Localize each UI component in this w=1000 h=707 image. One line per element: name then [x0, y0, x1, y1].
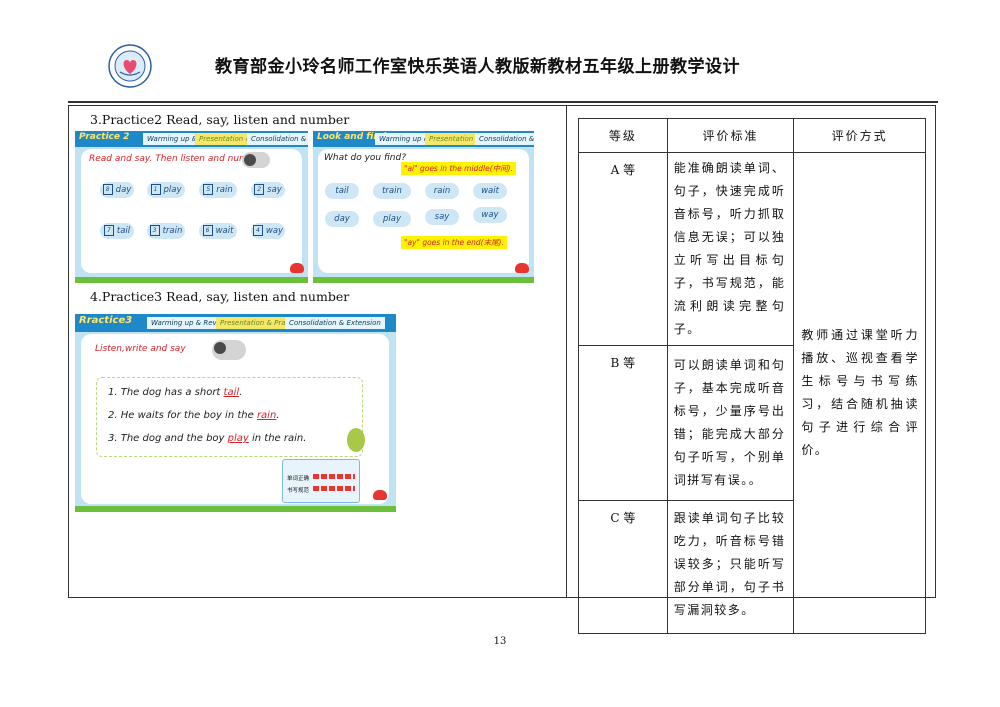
column-header: 评价标准 — [666, 118, 795, 153]
grass-decoration — [75, 506, 396, 512]
page-number: 13 — [493, 636, 507, 647]
ai-word: rain — [425, 183, 459, 199]
slide-topbar: Practice 2 Warming up & Revision Present… — [75, 131, 308, 147]
column-header: 评价方式 — [793, 118, 926, 153]
page-title: 教育部金小玲名师工作室快乐英语人教版新教材五年级上册教学设计 — [215, 57, 740, 77]
ai-word: wait — [473, 183, 507, 199]
word-card: 3 train — [147, 223, 185, 239]
tab-consolidation: Consolidation & Extension — [247, 133, 308, 145]
section-label-practice3: 4.Practice3 Read, say, listen and number — [90, 289, 350, 304]
ai-word: tail — [325, 183, 359, 199]
star-row — [313, 474, 355, 479]
audio-play-icon — [242, 152, 270, 168]
header-rule — [68, 101, 938, 103]
grass-decoration — [75, 277, 308, 283]
ai-note: "ai" goes in the middle(中间). — [401, 162, 516, 175]
score-label: 书写规范 — [287, 488, 310, 494]
grade-cell: A 等 — [578, 152, 668, 346]
ai-word: train — [373, 183, 411, 199]
word-card: 7 tail — [100, 223, 134, 239]
criteria-cell: 跟读单词句子比较吃力，听音标号错误较多；只能听写部分单词，句子书写漏洞较多。 — [666, 500, 795, 634]
slide-look-and-find: Look and find Warming up & Revision Pres… — [313, 131, 534, 283]
slide-title: Rractice3 — [79, 315, 133, 326]
section-label-practice2: 3.Practice2 Read, say, listen and number — [90, 112, 350, 127]
star-row — [313, 486, 355, 491]
slide-topbar: Look and find Warming up & Revision Pres… — [313, 131, 534, 147]
exercise-sentence: 2. He waits for the boy in the rain. — [108, 410, 280, 421]
column-header: 等级 — [578, 118, 668, 153]
slide-question: What do you find? — [324, 153, 406, 163]
method-cell: 教师通过课堂听力播放、巡视查看学生标号与书写练习，结合随机抽读句子进行综合评价。 — [793, 152, 926, 634]
slide-topbar: Rractice3 Warming up & Revision Presenta… — [75, 314, 396, 332]
word-card: 1 play — [147, 182, 185, 198]
column-divider — [566, 105, 567, 598]
table-header-row: 等级 评价标准 评价方式 — [578, 118, 926, 153]
exercise-sentence: 3. The dog and the boy play in the rain. — [108, 433, 307, 444]
audio-play-icon — [212, 340, 246, 360]
egg-decoration — [347, 428, 365, 452]
ay-word: day — [325, 211, 359, 227]
score-card: 单词正确 书写规范 — [282, 459, 360, 503]
score-label: 单词正确 — [287, 476, 310, 482]
grade-cell: B 等 — [578, 345, 668, 501]
ay-word: say — [425, 209, 459, 225]
logo-icon — [108, 44, 152, 88]
table-row: A 等 能准确朗读单词、句子，快速完成听音标号，听力抓取信息无误；可以独立听写出… — [578, 152, 926, 634]
flower-icon — [373, 490, 387, 500]
tab-consolidation: Consolidation & Extension — [475, 133, 534, 145]
criteria-cell: 可以朗读单词和句子，基本完成听音标号，少量序号出错；能完成大部分句子听写，个别单… — [666, 345, 795, 501]
grade-cell: C 等 — [578, 500, 668, 634]
ay-word: play — [373, 211, 411, 227]
word-card: 4 way — [251, 223, 285, 239]
slide-practice2: Practice 2 Warming up & Revision Present… — [75, 131, 308, 283]
criteria-cell: 能准确朗读单词、句子，快速完成听音标号，听力抓取信息无误；可以独立听写出目标句子… — [666, 152, 795, 346]
grass-decoration — [313, 277, 534, 283]
flower-icon — [290, 263, 304, 273]
ay-note: "ay" goes in the end(末尾). — [401, 236, 507, 249]
slide-panel — [81, 149, 302, 273]
slide-title: Practice 2 — [79, 132, 130, 142]
tab-consolidation: Consolidation & Extension — [285, 317, 385, 329]
evaluation-table: 等级 评价标准 评价方式 A 等 能准确朗读单词、句子，快速完成听音标号，听力抓… — [578, 118, 926, 634]
ay-word: way — [473, 207, 507, 223]
word-card: 6 wait — [199, 223, 237, 239]
slide-instruction: Read and say. Then listen and number. — [89, 154, 265, 164]
flower-icon — [515, 263, 529, 273]
word-card: 8 day — [100, 182, 134, 198]
word-card: 5 rain — [199, 182, 237, 198]
exercise-sentence: 1. The dog has a short tail. — [108, 387, 243, 398]
word-card: 2 say — [251, 182, 285, 198]
slide-instruction: Listen,write and say — [95, 344, 186, 354]
slide-practice3: Rractice3 Warming up & Revision Presenta… — [75, 314, 396, 512]
